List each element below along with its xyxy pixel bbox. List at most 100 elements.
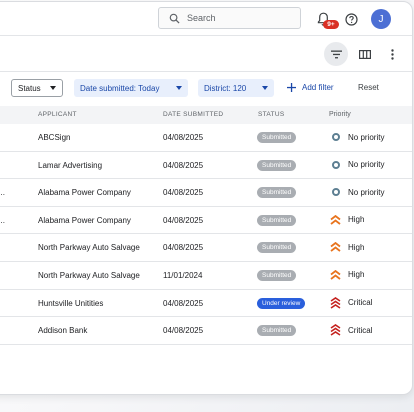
applicant-cell: North Parkway Auto Salvage [38,270,140,280]
table-row[interactable]: ABCSign 04/08/2025 Submitted No priority [0,124,412,152]
table-row[interactable]: North Parkway Auto Salvage 04/08/2025 Su… [0,234,412,262]
date-cell: 04/08/2025 [163,160,204,170]
column-header-status[interactable]: STATUS [258,111,284,118]
priority-label: High [348,270,365,280]
status-badge: Under review [257,297,306,309]
avatar[interactable]: J [371,9,391,29]
applicant-cell: Addison Bank [38,326,88,336]
applicant-cell: Alabama Power Company [38,215,131,225]
status-cell: Submitted [257,214,297,226]
date-cell: 04/08/2025 [163,133,204,142]
filter-button[interactable] [324,42,348,66]
status-cell: Under review [257,297,306,309]
chevron-up-icon [330,269,341,281]
priority-cell: High [330,269,364,281]
double-chevron-up-icon [330,324,341,336]
priority-cell: No priority [330,131,384,143]
help-button[interactable] [343,11,359,27]
column-header-priority[interactable]: Priority [329,111,351,118]
table-header: APPLICANT DATE SUBMITTED STATUS Priority [0,106,412,124]
date-cell: 04/08/2025 [163,298,204,308]
priority-cell: Critical [330,296,373,309]
applicant-cell: Huntsville Unitities [38,298,104,308]
table-row[interactable]: t-o... Alabama Power Company 04/08/2025 … [0,207,412,235]
date-cell: 04/08/2025 [163,215,204,225]
priority-label: Critical [348,298,373,308]
date-cell: 04/08/2025 [163,326,204,336]
row-code: t-o... [0,215,6,225]
row-code: t-o... [0,188,6,198]
app-window: 9+ J [0,1,413,395]
priority-cell: No priority [330,186,384,198]
status-badge: Submitted [257,159,297,171]
date-cell: 11/01/2024 [163,270,203,280]
priority-label: Critical [348,325,373,335]
status-cell: Submitted [257,325,297,337]
plus-icon [287,83,296,92]
chevron-up-icon [330,214,341,226]
search-box[interactable] [158,7,301,29]
filter-bar: Status Date submitted: Today District: 1… [0,72,412,106]
priority-cell: High [330,214,364,226]
applicant-cell: Alabama Power Company [38,188,131,198]
priority-cell: No priority [330,159,384,171]
status-filter-dropdown[interactable]: Status [11,79,63,97]
table-row[interactable]: t-o... Alabama Power Company 04/08/2025 … [0,179,412,207]
status-cell: Submitted [257,269,297,281]
notification-badge: 9+ [323,20,339,29]
status-filter-label: Status [18,83,41,93]
priority-cell: High [330,241,364,253]
help-icon [344,12,358,26]
add-filter-button[interactable]: Add filter [287,83,334,92]
applicant-cell: ABCSign [38,133,71,142]
status-cell: Submitted [257,159,297,171]
more-vert-icon [390,48,394,60]
table-row[interactable]: Huntsville Unitities 04/08/2025 Under re… [0,290,412,318]
no-priority-ring-icon [330,186,341,198]
dropdown-caret-icon [176,86,182,90]
priority-label: High [348,242,365,252]
reset-button[interactable]: Reset [358,83,379,92]
date-filter-label: Date submitted: Today [80,83,160,93]
filter-icon [330,50,342,58]
table-row[interactable]: North Parkway Auto Salvage 11/01/2024 Su… [0,262,412,290]
columns-button[interactable] [353,42,377,66]
applicant-cell: Lamar Advertising [38,160,103,170]
double-chevron-up-icon [330,296,341,309]
priority-label: No priority [348,132,385,142]
table-row[interactable]: Lamar Advertising 04/08/2025 Submitted N… [0,152,412,180]
date-submitted-filter-chip[interactable]: Date submitted: Today [74,79,188,97]
status-cell: Submitted [257,242,297,254]
status-cell: Submitted [257,132,297,143]
applicant-cell: North Parkway Auto Salvage [38,243,140,253]
table-row[interactable]: Addison Bank 04/08/2025 Submitted Critic… [0,317,412,345]
dropdown-caret-icon [50,86,56,90]
status-badge: Submitted [257,214,297,226]
dropdown-caret-icon [262,86,268,90]
add-filter-label: Add filter [302,83,334,92]
no-priority-ring-icon [330,131,341,143]
district-filter-label: District: 120 [204,83,247,93]
column-header-date-submitted[interactable]: DATE SUBMITTED [163,111,223,118]
priority-label: High [348,215,365,225]
status-badge: Submitted [257,187,297,199]
date-cell: 04/08/2025 [163,243,204,253]
table-body: ABCSign 04/08/2025 Submitted No priority… [0,124,412,345]
status-badge: Submitted [257,132,297,143]
date-cell: 04/08/2025 [163,188,204,198]
status-badge: Submitted [257,242,297,254]
priority-cell: Critical [330,324,372,336]
search-input[interactable] [187,13,297,23]
district-filter-chip[interactable]: District: 120 [198,79,274,97]
columns-icon [359,49,371,59]
top-bar: 9+ J [0,2,412,36]
priority-label: No priority [348,160,385,170]
more-options-button[interactable] [380,42,404,66]
column-header-applicant[interactable]: APPLICANT [38,111,77,118]
chevron-up-icon [330,241,341,253]
no-priority-ring-icon [330,159,341,171]
view-toolbar [0,36,412,72]
status-badge: Submitted [257,269,297,281]
status-badge: Submitted [257,325,297,337]
status-cell: Submitted [257,187,297,199]
